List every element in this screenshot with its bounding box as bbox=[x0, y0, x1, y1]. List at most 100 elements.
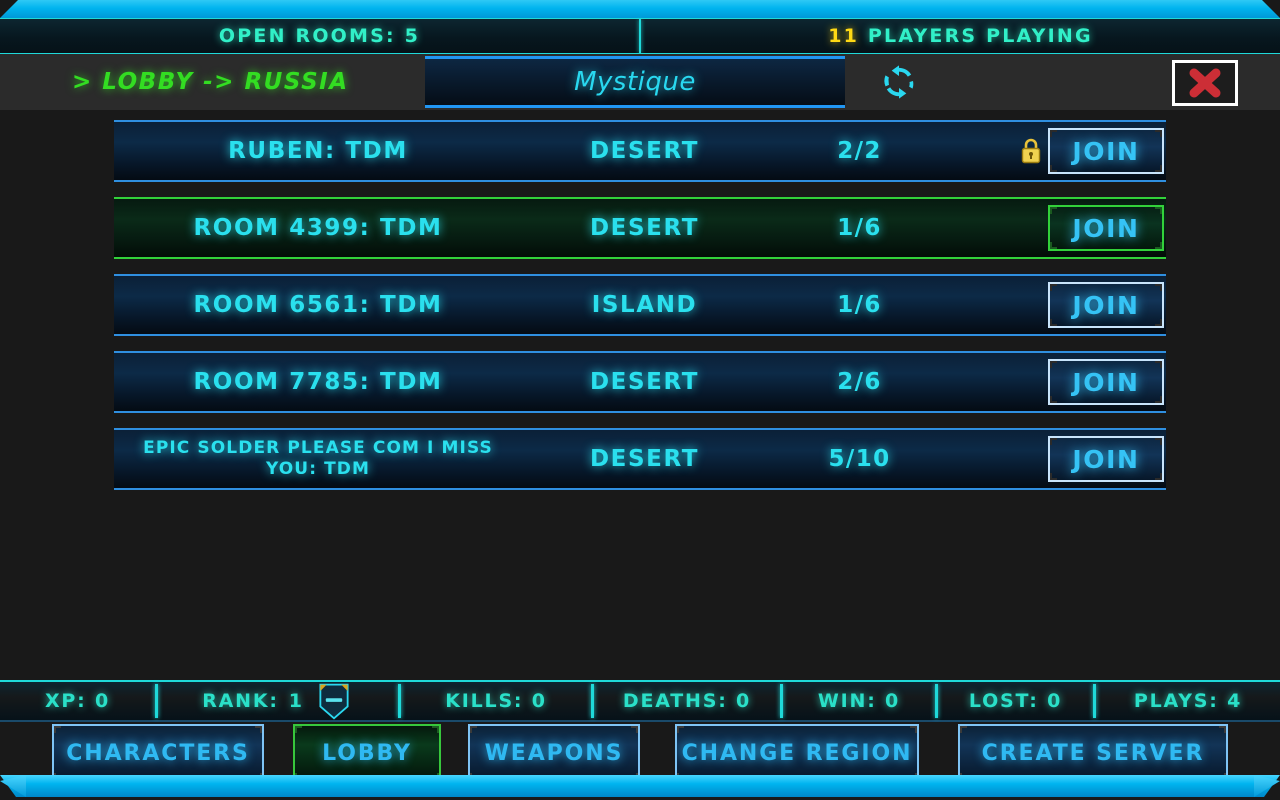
players-playing-label: 11 PLAYERS PLAYING bbox=[828, 25, 1093, 47]
join-button[interactable]: JOIN bbox=[1048, 359, 1164, 405]
room-name: ROOM 4399: TDM bbox=[193, 214, 443, 241]
button-corner-bracket bbox=[1155, 207, 1162, 214]
join-button[interactable]: JOIN bbox=[1048, 128, 1164, 174]
table-row[interactable]: ROOM 6561: TDM ISLAND 1/6 JOIN bbox=[114, 274, 1166, 336]
button-corner-bracket bbox=[1155, 319, 1162, 326]
player-name-value: Mystique bbox=[574, 67, 696, 97]
open-rooms-cell: OPEN ROOMS: 5 bbox=[0, 19, 639, 53]
stat-xp: XP: 0 bbox=[0, 682, 155, 720]
button-corner-bracket bbox=[1050, 242, 1057, 249]
button-corner-bracket bbox=[1050, 319, 1057, 326]
nav-button-characters[interactable]: CHARACTERS bbox=[52, 724, 264, 782]
nav-bar: > LOBBY -> RUSSIA Mystique bbox=[0, 54, 1280, 110]
nav-button-change-region[interactable]: CHANGE REGION bbox=[675, 724, 919, 782]
status-strip: OPEN ROOMS: 5 11 PLAYERS PLAYING bbox=[0, 18, 1280, 54]
table-row[interactable]: ROOM 7785: TDM DESERT 2/6 JOIN bbox=[114, 351, 1166, 413]
stat-deaths-label: DEATHS: 0 bbox=[622, 690, 752, 712]
nav-button-label: CHANGE REGION bbox=[681, 740, 913, 766]
button-corner-bracket bbox=[1155, 438, 1162, 445]
nav-button-lobby[interactable]: LOBBY bbox=[293, 724, 441, 782]
room-slots: 5/10 bbox=[828, 446, 891, 472]
button-corner-bracket bbox=[1155, 242, 1162, 249]
room-map: DESERT bbox=[589, 138, 700, 164]
refresh-icon bbox=[884, 65, 914, 99]
button-corner-bracket bbox=[1050, 284, 1057, 291]
nav-button-weapons[interactable]: WEAPONS bbox=[468, 724, 640, 782]
stat-kills-label: KILLS: 0 bbox=[445, 690, 547, 712]
button-corner-bracket bbox=[677, 726, 684, 733]
lock-icon bbox=[1021, 138, 1041, 164]
button-corner-bracket bbox=[1155, 130, 1162, 137]
stat-lost: LOST: 0 bbox=[938, 682, 1093, 720]
stat-rank-label: RANK: bbox=[202, 690, 279, 712]
close-icon bbox=[1189, 68, 1221, 98]
room-actions: JOIN bbox=[952, 128, 1166, 174]
nav-button-label: CHARACTERS bbox=[66, 740, 250, 766]
button-corner-bracket bbox=[1050, 207, 1057, 214]
button-corner-bracket bbox=[255, 726, 262, 733]
nav-button-label: LOBBY bbox=[322, 740, 412, 766]
room-map: ISLAND bbox=[591, 292, 698, 318]
stat-plays-label: PLAYS: 4 bbox=[1133, 690, 1243, 712]
room-actions: JOIN bbox=[952, 436, 1166, 482]
stat-win-label: WIN: 0 bbox=[817, 690, 901, 712]
button-corner-bracket bbox=[432, 726, 439, 733]
join-button-label: JOIN bbox=[1072, 367, 1140, 397]
room-slots: 1/6 bbox=[837, 292, 882, 318]
refresh-button[interactable] bbox=[877, 60, 921, 104]
button-corner-bracket bbox=[1050, 396, 1057, 403]
nav-button-create-server[interactable]: CREATE SERVER bbox=[958, 724, 1228, 782]
stat-rank: RANK: 1 bbox=[158, 682, 398, 720]
button-corner-bracket bbox=[1155, 473, 1162, 480]
button-corner-bracket bbox=[631, 726, 638, 733]
button-corner-bracket bbox=[1050, 361, 1057, 368]
button-corner-bracket bbox=[1155, 361, 1162, 368]
players-playing-cell: 11 PLAYERS PLAYING bbox=[641, 19, 1280, 53]
room-slots: 2/2 bbox=[837, 138, 882, 164]
button-corner-bracket bbox=[1155, 396, 1162, 403]
stat-deaths: DEATHS: 0 bbox=[594, 682, 780, 720]
stat-lost-label: LOST: 0 bbox=[968, 690, 1063, 712]
room-name: RUBEN: TDM bbox=[228, 137, 408, 164]
room-slots: 2/6 bbox=[837, 369, 882, 395]
join-button-label: JOIN bbox=[1072, 136, 1140, 166]
button-corner-bracket bbox=[1050, 130, 1057, 137]
button-corner-bracket bbox=[470, 726, 477, 733]
button-corner-bracket bbox=[1050, 438, 1057, 445]
room-map: DESERT bbox=[589, 446, 700, 472]
join-button[interactable]: JOIN bbox=[1048, 436, 1164, 482]
table-row[interactable]: ROOM 4399: TDM DESERT 1/6 JOIN bbox=[114, 197, 1166, 259]
player-name-field[interactable]: Mystique bbox=[425, 56, 845, 108]
nav-button-label: CREATE SERVER bbox=[981, 740, 1205, 766]
join-button-label: JOIN bbox=[1072, 444, 1140, 474]
room-map: DESERT bbox=[589, 215, 700, 241]
top-accent-bar bbox=[0, 0, 1280, 18]
rank-shield-icon bbox=[319, 683, 349, 720]
table-row[interactable]: EPIC SOLDER PLEASE COM I MISS YOU: TDM DE… bbox=[114, 428, 1166, 490]
breadcrumb: > LOBBY -> RUSSIA bbox=[72, 69, 349, 95]
room-name: ROOM 7785: TDM bbox=[193, 368, 443, 395]
room-name: EPIC SOLDER PLEASE COM I MISS YOU: TDM bbox=[143, 437, 493, 479]
button-corner-bracket bbox=[1219, 726, 1226, 733]
button-corner-bracket bbox=[1050, 473, 1057, 480]
stat-rank-value: 1 bbox=[288, 690, 304, 712]
button-corner-bracket bbox=[295, 726, 302, 733]
button-corner-bracket bbox=[54, 726, 61, 733]
room-slots: 1/6 bbox=[837, 215, 882, 241]
join-button[interactable]: JOIN bbox=[1048, 205, 1164, 251]
room-actions: JOIN bbox=[952, 359, 1166, 405]
stat-xp-label: XP: 0 bbox=[44, 690, 110, 712]
room-list: RUBEN: TDM DESERT 2/2 JOIN ROOM 4399: TDM DES… bbox=[114, 120, 1166, 505]
room-actions: JOIN bbox=[952, 282, 1166, 328]
game-lobby-screen: OPEN ROOMS: 5 11 PLAYERS PLAYING > LOBBY… bbox=[0, 0, 1280, 800]
close-button[interactable] bbox=[1172, 60, 1238, 106]
stat-plays: PLAYS: 4 bbox=[1096, 682, 1280, 720]
button-corner-bracket bbox=[960, 726, 967, 733]
join-button-label: JOIN bbox=[1072, 213, 1140, 243]
table-row[interactable]: RUBEN: TDM DESERT 2/2 JOIN bbox=[114, 120, 1166, 182]
open-rooms-label: OPEN ROOMS: 5 bbox=[218, 25, 421, 47]
players-count: 11 bbox=[828, 25, 860, 47]
join-button[interactable]: JOIN bbox=[1048, 282, 1164, 328]
button-corner-bracket bbox=[1155, 284, 1162, 291]
join-button-label: JOIN bbox=[1072, 290, 1140, 320]
